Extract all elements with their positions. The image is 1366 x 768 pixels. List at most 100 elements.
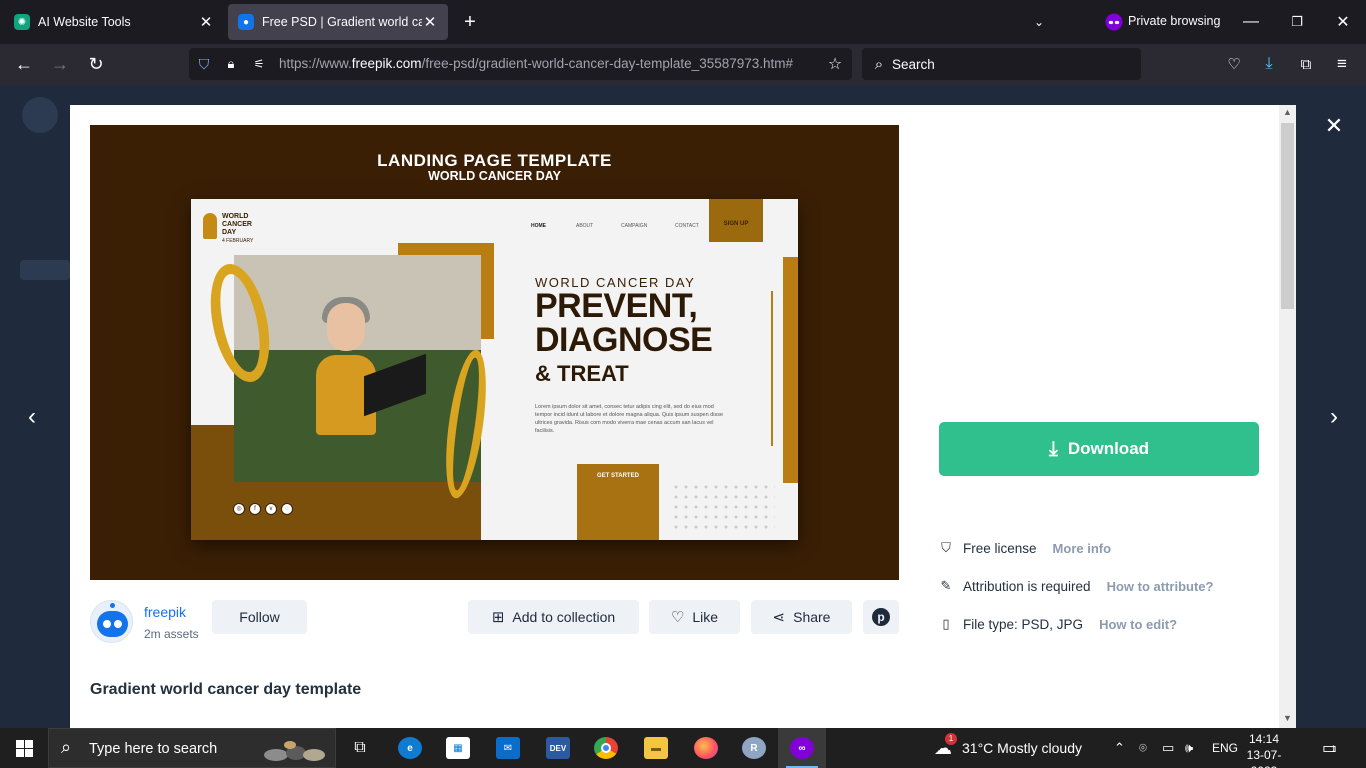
file-icon: ▯: [942, 616, 950, 631]
next-arrow-icon[interactable]: ›: [1322, 403, 1346, 430]
private-browsing-icon: [1104, 12, 1124, 32]
back-arrow-icon[interactable]: ←: [12, 52, 36, 76]
attribution-label: Attribution is required: [963, 578, 1091, 594]
permissions-icon[interactable]: ⚟: [251, 56, 267, 72]
follow-label: Follow: [239, 609, 280, 625]
network-icon[interactable]: ▭: [1162, 728, 1174, 768]
close-tab-icon[interactable]: ✕: [422, 13, 438, 31]
language-indicator[interactable]: ENG: [1212, 728, 1238, 768]
firefox-private-icon[interactable]: ∞: [778, 728, 826, 768]
taskbar-clock[interactable]: 14:14 13-07-2023: [1236, 731, 1292, 768]
follow-button[interactable]: Follow: [212, 600, 307, 634]
resource-modal: LANDING PAGE TEMPLATE WORLD CANCER DAY W…: [70, 105, 1296, 728]
taskbar-search-placeholder: Type here to search: [89, 741, 218, 757]
attribution-row: ✎ Attribution is required How to attribu…: [939, 578, 1214, 594]
pinterest-button[interactable]: p: [863, 600, 899, 634]
extensions-icon[interactable]: ⧉: [1296, 53, 1316, 75]
add-to-collection-button[interactable]: ⊞ Add to collection: [468, 600, 639, 634]
meet-now-icon[interactable]: ⌾: [1139, 728, 1147, 768]
modal-scrollbar[interactable]: ▲ ▼: [1279, 105, 1296, 728]
notification-count: 1: [1331, 744, 1337, 754]
weather-widget[interactable]: ☁ 1 31°C Mostly cloudy: [934, 728, 1082, 768]
start-button[interactable]: [0, 728, 48, 768]
vimeo-icon: v: [265, 503, 277, 515]
menu-hamburger-icon[interactable]: ≡: [1332, 53, 1352, 75]
download-button[interactable]: ⤓ Download: [939, 422, 1259, 476]
like-label: Like: [692, 609, 719, 625]
url-bar[interactable]: ⛉ 🔒︎ ⚟ https://www.freepik.com/free-psd/…: [189, 48, 852, 80]
url-text[interactable]: https://www.freepik.com/free-psd/gradien…: [279, 56, 819, 71]
store-icon[interactable]: ▦: [434, 728, 482, 768]
like-button[interactable]: ♡ Like: [649, 600, 740, 634]
how-to-attribute-link[interactable]: How to attribute?: [1107, 579, 1214, 594]
download-label: Download: [1067, 439, 1150, 458]
tab-title: AI Website Tools: [38, 15, 131, 29]
add-to-collection-label: Add to collection: [512, 609, 616, 625]
dev-home-icon[interactable]: DEV: [534, 728, 582, 768]
author-name[interactable]: freepik: [144, 604, 186, 620]
mockup-logo: WORLD CANCER DAY 4 FEBRUARY: [222, 213, 254, 244]
lock-icon[interactable]: 🔒︎: [223, 56, 239, 72]
file-explorer-icon[interactable]: ▬: [632, 728, 680, 768]
chrome-icon[interactable]: [582, 728, 630, 768]
minimize-icon[interactable]: —: [1240, 10, 1262, 34]
downloads-icon[interactable]: ⤓: [1259, 53, 1279, 75]
browser-tab-bar: ✺ AI Website Tools ✕ ● Free PSD | Gradie…: [0, 0, 1366, 44]
task-view-icon[interactable]: ⧉: [336, 728, 384, 768]
list-tabs-chevron-icon[interactable]: ⌄: [1028, 10, 1050, 34]
reload-icon[interactable]: ↻: [84, 52, 108, 76]
add-collection-icon: ⊞: [491, 609, 505, 626]
shield-icon[interactable]: ⛉: [195, 56, 213, 72]
private-browsing-label: Private browsing: [1128, 14, 1221, 28]
share-button[interactable]: ⋖ Share: [751, 600, 852, 634]
taskbar-search[interactable]: ⌕ Type here to search: [48, 728, 336, 768]
preview-title: LANDING PAGE TEMPLATE: [377, 151, 612, 170]
mockup-heading-treat: & TREAT: [535, 361, 629, 386]
gold-block: [783, 257, 798, 483]
backdrop-chip: [20, 260, 70, 280]
weather-alert-badge: 1: [945, 732, 957, 745]
tab-freepik[interactable]: ● Free PSD | Gradient world cance ✕: [228, 4, 448, 40]
preview-image: LANDING PAGE TEMPLATE WORLD CANCER DAY W…: [90, 125, 899, 580]
file-type-row: ▯ File type: PSD, JPG How to edit?: [939, 616, 1177, 632]
scroll-down-icon[interactable]: ▼: [1279, 713, 1296, 727]
tab-ai-website-tools[interactable]: ✺ AI Website Tools ✕: [4, 4, 224, 40]
new-tab-icon[interactable]: +: [458, 10, 482, 34]
mockup-nav-home: HOME: [531, 223, 546, 229]
mockup-divider: [771, 291, 773, 446]
restore-icon[interactable]: ❐: [1286, 10, 1308, 34]
edge-icon[interactable]: e: [386, 728, 434, 768]
r-app-icon[interactable]: R: [730, 728, 778, 768]
author-avatar[interactable]: [90, 600, 133, 643]
author-assets-count: 2m assets: [144, 627, 199, 641]
search-bar[interactable]: ⌕ Search: [862, 48, 1141, 80]
scroll-up-icon[interactable]: ▲: [1279, 107, 1296, 121]
ribbon-logo-icon: [203, 213, 217, 239]
license-row: ⛉ Free license More info: [939, 540, 1111, 556]
how-to-edit-link[interactable]: How to edit?: [1099, 617, 1177, 632]
previous-arrow-icon[interactable]: ‹: [20, 403, 44, 430]
more-info-link[interactable]: More info: [1053, 541, 1112, 556]
clock-time: 14:14: [1248, 732, 1280, 746]
window-close-icon[interactable]: ✕: [1332, 10, 1354, 34]
pocket-icon[interactable]: ♡: [1224, 53, 1244, 75]
firefox-icon[interactable]: [682, 728, 730, 768]
asset-title: Gradient world cancer day template: [90, 681, 362, 698]
forward-arrow-icon[interactable]: →: [48, 52, 72, 76]
close-tab-icon[interactable]: ✕: [198, 13, 214, 31]
windows-logo-icon: [15, 739, 33, 757]
bookmark-star-icon[interactable]: ☆: [826, 55, 844, 73]
pinterest-icon: p: [872, 608, 890, 626]
mail-icon[interactable]: ✉: [484, 728, 532, 768]
mockup-photo: [234, 255, 481, 482]
dot-pattern: [671, 482, 775, 532]
volume-icon[interactable]: 🕪︎: [1185, 728, 1193, 768]
tray-chevron-icon[interactable]: ⌃: [1114, 728, 1125, 768]
notifications-icon[interactable]: ▭ 1: [1322, 728, 1337, 768]
download-icon: ⤓: [1048, 437, 1058, 460]
search-icon: ⌕: [61, 737, 72, 757]
cloud-sun-icon: ☁ 1: [934, 732, 957, 759]
modal-close-icon[interactable]: ✕: [1322, 113, 1346, 138]
search-placeholder: Search: [892, 57, 935, 72]
scroll-thumb[interactable]: [1281, 123, 1294, 309]
